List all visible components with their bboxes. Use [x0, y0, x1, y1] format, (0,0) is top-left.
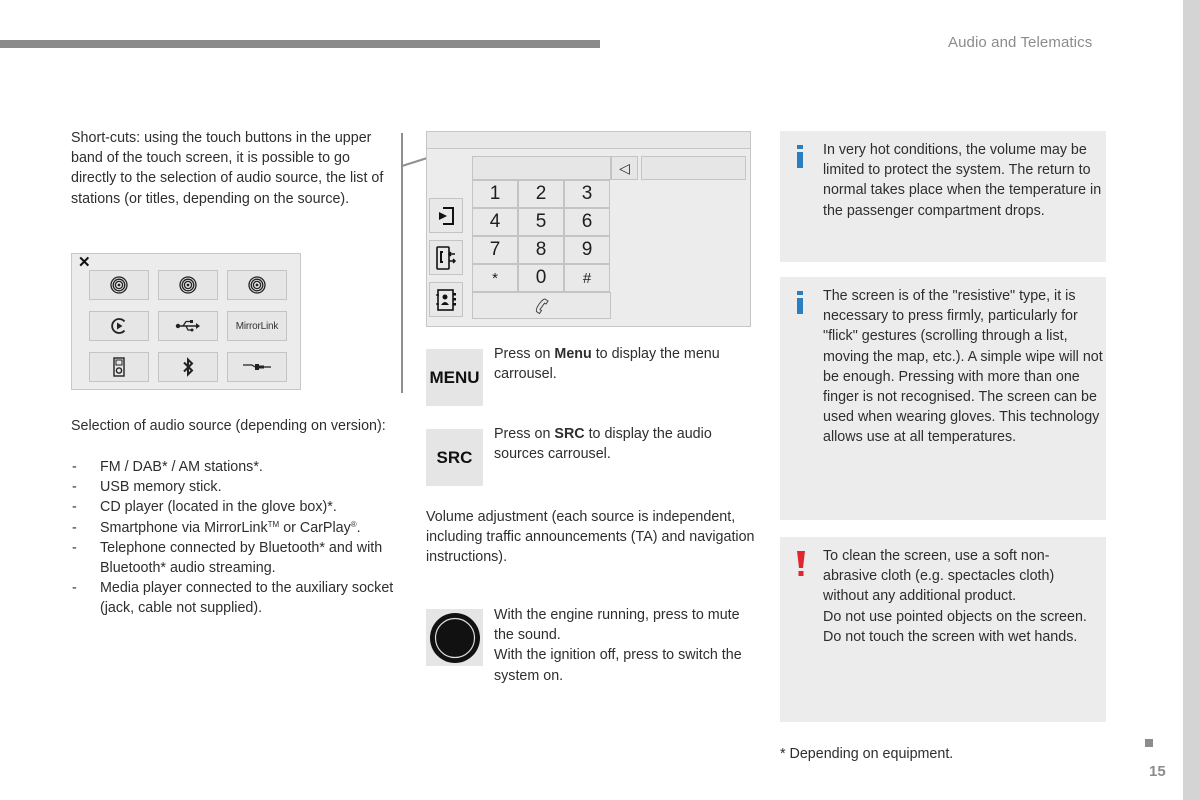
source-intro: Selection of audio source (depending on … — [71, 418, 386, 434]
cd-play-icon — [111, 318, 126, 334]
list-item: - USB memory stick. — [72, 479, 222, 496]
list-item: - FM / DAB* / AM stations*. — [72, 459, 263, 475]
key-7[interactable]: 7 — [472, 236, 518, 264]
backspace-button[interactable]: ◁ — [611, 156, 638, 180]
radio-icon — [179, 276, 197, 294]
key-4[interactable]: 4 — [472, 208, 518, 236]
contacts-button[interactable] — [429, 282, 463, 317]
source-button-usb[interactable] — [158, 311, 218, 341]
source-button-radio-1[interactable] — [89, 270, 149, 300]
source-button-bluetooth[interactable] — [158, 352, 218, 382]
close-icon[interactable]: ✕ — [78, 255, 91, 271]
source-list: - FM / DAB* / AM stations*. - USB memory s… — [71, 457, 401, 619]
source-button-aux-jack[interactable] — [227, 352, 287, 382]
volume-knob-button[interactable] — [426, 609, 483, 666]
volume-knob-icon — [429, 612, 480, 663]
audio-source-panel: ✕ MirrorLink — [71, 253, 301, 390]
radio-icon — [110, 276, 128, 294]
warning-note-cleaning: To clean the screen, use a soft non-abra… — [780, 537, 1106, 722]
list-item: - Smartphone via MirrorLinkTM or CarPlay®… — [72, 519, 361, 536]
key-8[interactable]: 8 — [518, 236, 564, 264]
info-icon — [797, 145, 803, 168]
src-button[interactable]: SRC — [426, 429, 483, 486]
src-description: Press on SRC to display the audio source… — [494, 426, 712, 463]
key-0[interactable]: 0 — [518, 264, 564, 292]
contacts-icon — [436, 288, 456, 311]
key-hash[interactable]: # — [564, 264, 610, 292]
info-note-volume: In very hot conditions, the volume may b… — [780, 131, 1106, 262]
key-5[interactable]: 5 — [518, 208, 564, 236]
contact-field — [641, 156, 746, 180]
list-item: - Telephone connected by Bluetooth* and w… — [72, 539, 383, 577]
screen-upper-band[interactable] — [427, 132, 750, 149]
info-icon — [797, 291, 803, 314]
phone-screen-illustration: ◁ 1 2 3 4 5 6 7 8 9 * 0 # — [426, 131, 751, 327]
list-item: - CD player (located in the glove box)*. — [72, 499, 337, 516]
backspace-icon: ◁ — [619, 159, 630, 176]
footnote: * Depending on equipment. — [780, 746, 954, 762]
usb-icon — [175, 320, 200, 332]
menu-description: Press on Menu to display the menu carrou… — [494, 346, 720, 383]
media-player-icon — [113, 357, 125, 377]
jack-icon — [243, 364, 271, 370]
call-button[interactable] — [472, 292, 611, 319]
source-button-radio-2[interactable] — [158, 270, 218, 300]
call-log-icon — [439, 206, 454, 225]
call-transfer-button[interactable] — [429, 240, 463, 275]
section-title: Audio and Telematics — [948, 34, 1093, 51]
key-9[interactable]: 9 — [564, 236, 610, 264]
key-6[interactable]: 6 — [564, 208, 610, 236]
key-3[interactable]: 3 — [564, 180, 610, 208]
key-2[interactable]: 2 — [518, 180, 564, 208]
source-button-mirrorlink[interactable]: MirrorLink — [227, 311, 287, 341]
list-item: - Media player connected to the auxiliary… — [72, 580, 394, 617]
source-button-cd[interactable] — [89, 311, 149, 341]
volume-knob-description: With the engine running, press to mute t… — [494, 607, 742, 684]
header-rule — [0, 40, 600, 48]
page-edge-strip — [1183, 0, 1200, 800]
menu-button[interactable]: MENU — [426, 349, 483, 406]
key-1[interactable]: 1 — [472, 180, 518, 208]
handset-icon — [535, 297, 549, 314]
call-log-button[interactable] — [429, 198, 463, 233]
mirrorlink-logo: MirrorLink — [235, 320, 279, 332]
warning-icon — [797, 551, 805, 576]
key-star[interactable]: * — [472, 264, 518, 292]
source-button-radio-3[interactable] — [227, 270, 287, 300]
page-number: 15 — [1149, 763, 1166, 780]
shortcuts-paragraph: Short-cuts: using the touch buttons in t… — [71, 130, 384, 207]
radio-icon — [248, 276, 266, 294]
end-of-section-mark — [1145, 739, 1153, 747]
info-note-resistive-screen: The screen is of the "resistive" type, i… — [780, 277, 1106, 520]
number-display — [472, 156, 611, 180]
call-transfer-icon — [436, 245, 457, 270]
volume-adjustment-text: Volume adjustment (each source is indepe… — [426, 509, 755, 566]
bluetooth-icon — [183, 357, 194, 377]
source-button-media-player[interactable] — [89, 352, 149, 382]
